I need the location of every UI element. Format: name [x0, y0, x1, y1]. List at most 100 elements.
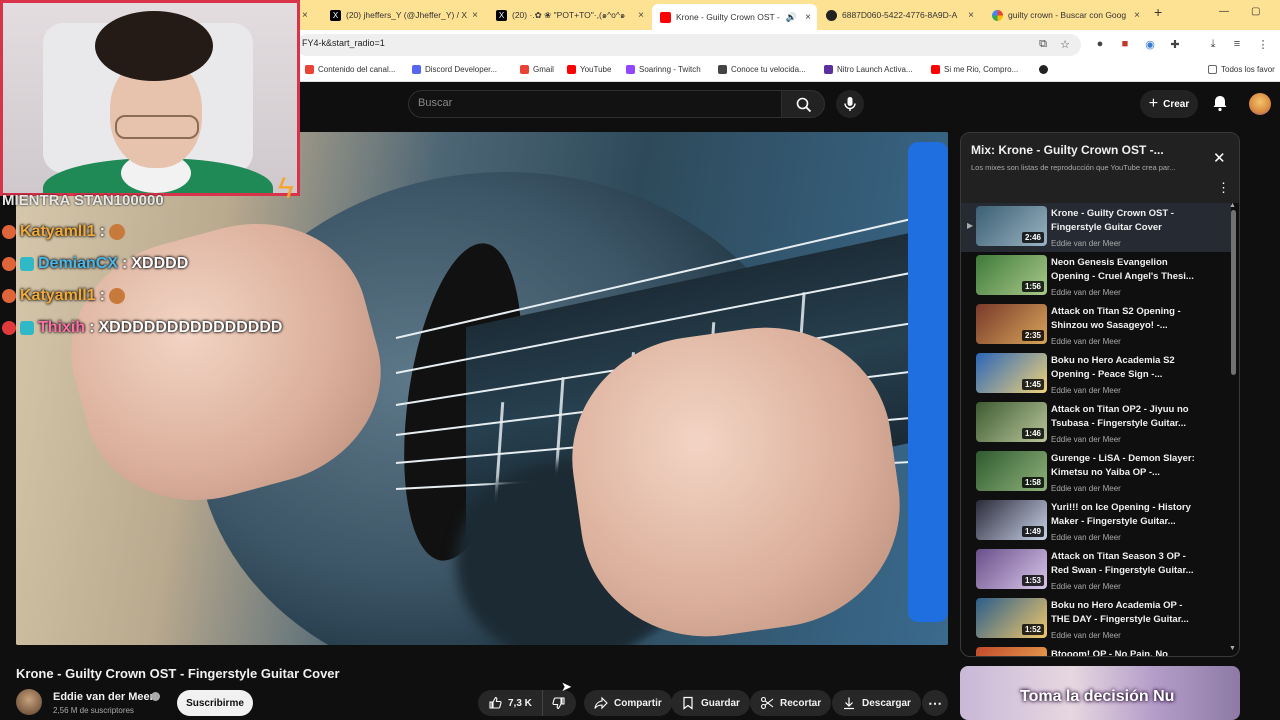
share-arrow-icon — [594, 696, 608, 710]
notifications-button[interactable] — [1210, 93, 1230, 113]
video-thumbnail — [976, 647, 1047, 656]
bookmark-favicon-icon — [718, 65, 727, 74]
bookmark-item[interactable]: Si me Rio, Compro... — [931, 65, 1018, 74]
chat-message: Thixih : XDDDDDDDDDDDDDDD — [2, 319, 282, 337]
chat-username: Thixih — [38, 319, 86, 336]
tab-title: (20) jheffers_Y (@Jheffer_Y) / X — [346, 10, 468, 20]
scissors-icon — [760, 696, 774, 710]
playlist-title[interactable]: Mix: Krone - Guilty Crown OST -... — [971, 143, 1191, 157]
account-avatar[interactable] — [1249, 93, 1271, 115]
browser-tab-2[interactable]: X (20) ·.✿ ❀ "POT+TO"·,(๑^o^๑ × — [496, 4, 646, 26]
tab-close-icon[interactable]: × — [472, 10, 478, 21]
chat-text: XDDDD — [131, 255, 189, 272]
playlist-item[interactable]: 1:53 Attack on Titan Season 3 OP - Red S… — [961, 546, 1231, 595]
thumbs-up-icon — [489, 696, 502, 709]
more-vert-icon[interactable]: ⋮ — [1256, 37, 1270, 51]
google-icon — [992, 9, 1003, 21]
voice-search-button[interactable] — [836, 90, 864, 118]
create-button[interactable]: + Crear — [1140, 90, 1198, 118]
lightning-icon: ϟ — [278, 172, 294, 205]
playlist-item[interactable]: 2:35 Attack on Titan S2 Opening - Shinzo… — [961, 301, 1231, 350]
browser-tab-5[interactable]: guilty crown - Buscar con Goog × — [992, 4, 1142, 26]
playlist-item-channel: Eddie van der Meer — [1051, 631, 1121, 640]
scroll-down-icon[interactable]: ▼ — [1229, 645, 1236, 652]
playlist-item[interactable]: 1:52 Boku no Hero Academia OP - THE DAY … — [961, 595, 1231, 644]
x-logo-icon: X — [496, 9, 507, 21]
browser-tab-1[interactable]: X (20) jheffers_Y (@Jheffer_Y) / X × — [330, 4, 480, 26]
search-input[interactable] — [408, 90, 782, 118]
channel-name[interactable]: Eddie van der Meer — [53, 691, 154, 703]
puzzle-icon[interactable]: ✚ — [1168, 37, 1182, 51]
browser-tab-active[interactable]: Krone - Guilty Crown OST - 🔊 × — [652, 4, 817, 30]
install-app-icon[interactable]: ⧉ — [1036, 37, 1050, 51]
video-thumbnail: 1:46 — [976, 402, 1047, 442]
search-button[interactable] — [781, 90, 825, 118]
extension-3-icon[interactable]: ◉ — [1143, 37, 1157, 51]
tab-close-icon[interactable]: × — [1134, 10, 1140, 21]
tab-close-icon[interactable]: × — [638, 10, 644, 21]
bookmark-star-icon[interactable]: ☆ — [1058, 37, 1072, 51]
minimize-button[interactable]: — — [1219, 6, 1229, 17]
share-button[interactable]: Compartir — [584, 690, 672, 716]
duration-badge: 1:53 — [1021, 575, 1044, 586]
more-vert-icon[interactable]: ⋮ — [1217, 180, 1230, 196]
bookmark-item[interactable] — [1039, 65, 1052, 74]
tab-close-button-partial[interactable]: × — [302, 4, 316, 26]
bookmark-item[interactable]: Nitro Launch Activa... — [824, 65, 913, 74]
playlist-item-title: Attack on Titan S2 Opening - Shinzou wo … — [1051, 306, 1181, 331]
playlist-item[interactable]: 1:56 Neon Genesis Evangelion Opening - C… — [961, 252, 1231, 301]
url-field[interactable] — [296, 34, 1081, 56]
chat-badge-icon — [2, 225, 16, 239]
new-tab-button[interactable]: + — [1154, 4, 1162, 20]
clip-button[interactable]: Recortar — [750, 690, 832, 716]
playlist-item[interactable]: 1:49 Yuri!!! on Ice Opening - History Ma… — [961, 497, 1231, 546]
share-label: Compartir — [614, 697, 662, 709]
bookmark-item[interactable]: Contenido del canal... — [305, 65, 395, 74]
channel-avatar[interactable] — [16, 689, 42, 715]
hair — [95, 11, 213, 81]
playlist-item[interactable]: 1:45 Boku no Hero Academia S2 Opening - … — [961, 350, 1231, 399]
save-button[interactable]: Guardar — [671, 690, 750, 716]
tab-close-icon[interactable]: × — [805, 12, 811, 23]
speaker-icon[interactable]: 🔊 — [786, 12, 797, 23]
video-thumbnail: 1:56 — [976, 255, 1047, 295]
emote-icon — [108, 224, 125, 240]
playlist-item-channel: Eddie van der Meer — [1051, 386, 1121, 395]
all-bookmarks-folder[interactable]: Todos los favor — [1208, 65, 1275, 74]
playlist-item[interactable]: 1:46 Attack on Titan OP2 - Jiyuu no Tsub… — [961, 399, 1231, 448]
browser-tab-4[interactable]: 6887D060-5422-4776-8A9D-A × — [826, 4, 976, 26]
bookmark-icon — [683, 696, 693, 710]
like-button[interactable]: 7,3 K — [478, 690, 542, 716]
scroll-up-icon[interactable]: ▲ — [1229, 202, 1236, 209]
video-thumbnail: 1:58 — [976, 451, 1047, 491]
download-button[interactable]: Descargar — [832, 690, 921, 716]
chat-badge-icon — [20, 321, 34, 335]
duration-badge: 2:35 — [1021, 330, 1044, 341]
url-text: FY4-k&start_radio=1 — [302, 38, 385, 48]
menu-lines-icon[interactable]: ≡ — [1230, 37, 1244, 51]
duration-badge: 2:46 — [1021, 232, 1044, 243]
close-icon[interactable]: ✕ — [1213, 149, 1226, 167]
save-label: Guardar — [701, 697, 740, 709]
playlist-item[interactable]: 1:58 Gurenge - LiSA - Demon Slayer: Kime… — [961, 448, 1231, 497]
bookmark-item[interactable]: Discord Developer... — [412, 65, 497, 74]
maximize-button[interactable]: ▢ — [1251, 6, 1260, 17]
tab-close-icon[interactable]: × — [968, 10, 974, 21]
bookmark-item[interactable]: YouTube — [567, 65, 611, 74]
playlist-item[interactable]: Btooom! OP - No Pain, No — [961, 644, 1231, 656]
bookmark-item[interactable]: Gmail — [520, 65, 554, 74]
extension-1-icon[interactable]: ● — [1093, 37, 1107, 51]
playlist-item[interactable]: ▶ 2:46 Krone - Guilty Crown OST - Finger… — [961, 203, 1231, 252]
bookmark-item[interactable]: Soarinng - Twitch — [626, 65, 701, 74]
duration-badge: 1:56 — [1021, 281, 1044, 292]
chat-username: Katyamll1 — [20, 287, 96, 304]
extension-2-icon[interactable]: ■ — [1118, 37, 1132, 51]
playlist-scrollbar[interactable] — [1231, 210, 1236, 375]
more-actions-button[interactable]: ⋯ — [922, 690, 948, 716]
video-thumbnail: 1:52 — [976, 598, 1047, 638]
download-icon[interactable]: ⤓ — [1206, 37, 1220, 51]
microphone-icon — [844, 97, 856, 111]
subscribe-button[interactable]: Suscribirme — [177, 690, 253, 716]
playlist-item-channel: Eddie van der Meer — [1051, 533, 1121, 542]
bookmark-item[interactable]: Conoce tu velocida... — [718, 65, 806, 74]
